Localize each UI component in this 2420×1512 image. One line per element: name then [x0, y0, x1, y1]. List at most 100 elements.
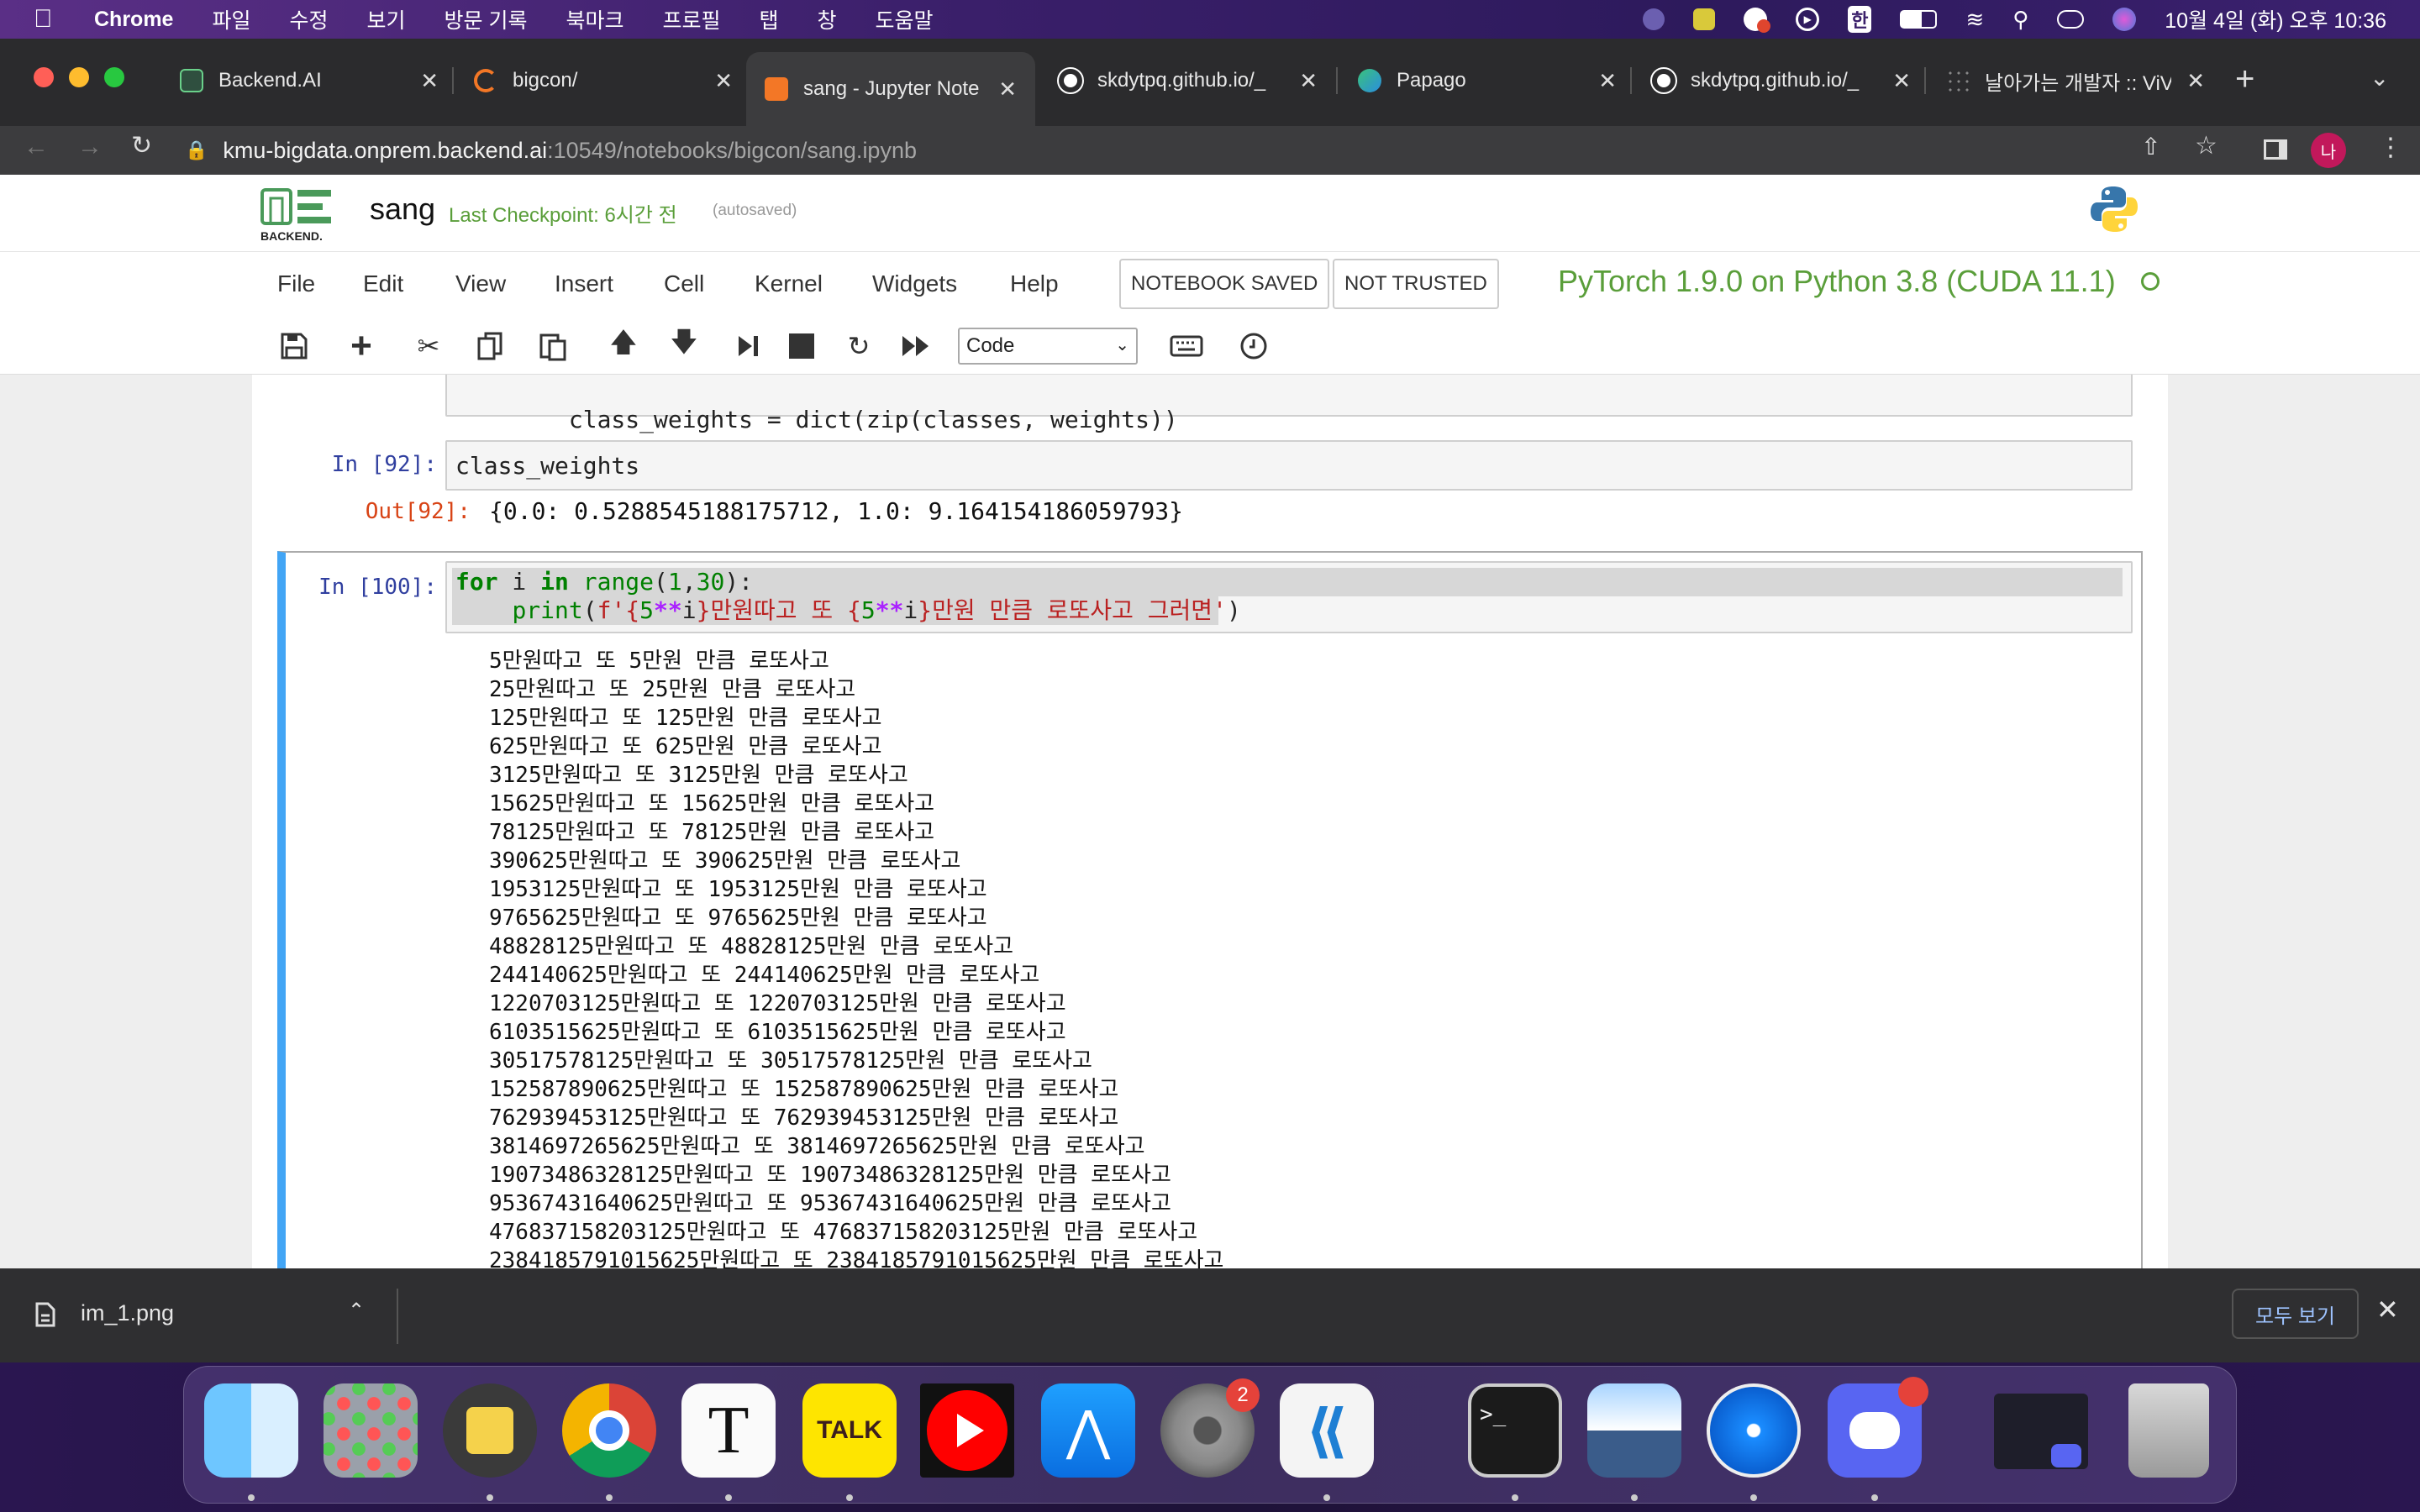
share-icon[interactable]: ⇧: [2141, 133, 2160, 160]
address-bar[interactable]: 🔒 kmu-bigdata.onprem.backend.ai:10549/no…: [185, 126, 917, 175]
chrome-menu-icon[interactable]: ⋮: [2378, 133, 2403, 162]
menu-file[interactable]: File: [277, 270, 315, 297]
menu-insert[interactable]: Insert: [555, 270, 613, 297]
code-cell-input[interactable]: for i in range(1,30): print(f'{5**i}만원따고…: [445, 561, 2133, 633]
tab-close-icon[interactable]: ✕: [420, 68, 439, 94]
status-circle-icon[interactable]: [1643, 8, 1665, 30]
tab-close-icon[interactable]: ✕: [1299, 68, 1318, 94]
menu-view[interactable]: View: [455, 270, 506, 297]
browser-tab[interactable]: bigcon/ ✕: [455, 52, 751, 109]
back-arrow-icon[interactable]: ←: [24, 133, 49, 161]
play-circle-icon[interactable]: ▶: [1796, 8, 1820, 31]
browser-tab-active[interactable]: sang - Jupyter Note ✕: [746, 52, 1035, 126]
menubar-item-window[interactable]: 창: [818, 4, 837, 34]
stickies-icon[interactable]: [443, 1383, 537, 1478]
lock-icon[interactable]: 🔒: [185, 139, 208, 161]
kakaotalk-icon[interactable]: TALK: [802, 1383, 897, 1478]
tab-search-chevron-icon[interactable]: ⌄: [2370, 64, 2389, 92]
menubar-item-tab[interactable]: 탭: [760, 4, 779, 34]
download-file-name[interactable]: im_1.png: [81, 1300, 174, 1326]
move-down-icon[interactable]: 🡇: [666, 327, 702, 365]
keyboard-icon[interactable]: [1166, 328, 1207, 365]
tab-close-icon[interactable]: ✕: [2186, 68, 2205, 94]
menubar-item-bookmarks[interactable]: 북마크: [566, 4, 623, 34]
menu-cell[interactable]: Cell: [664, 270, 704, 297]
menu-kernel[interactable]: Kernel: [755, 270, 823, 297]
youtube-music-icon[interactable]: [920, 1383, 1014, 1478]
save-icon[interactable]: [276, 328, 313, 365]
notebook-saved-indicator[interactable]: NOTEBOOK SAVED: [1119, 259, 1330, 309]
forward-arrow-icon[interactable]: →: [77, 133, 103, 161]
cell-type-select[interactable]: Code ⌄: [958, 328, 1138, 365]
menubar-item-history[interactable]: 방문 기록: [445, 4, 528, 34]
backend-ai-logo-icon[interactable]: BACKEND.: [259, 185, 339, 244]
app-store-icon[interactable]: ⋀: [1041, 1383, 1135, 1478]
browser-tab[interactable]: skdytpq.github.io/_ ✕: [1634, 52, 1929, 109]
tab-close-icon[interactable]: ✕: [1892, 68, 1911, 94]
menubar-clock[interactable]: 10월 4일 (화) 오후 10:36: [2165, 4, 2386, 34]
restart-run-all-icon[interactable]: [897, 328, 934, 365]
close-shelf-icon[interactable]: ✕: [2376, 1294, 2399, 1326]
window-close-button[interactable]: [34, 67, 54, 87]
menubar-item-profiles[interactable]: 프로필: [662, 4, 720, 34]
interrupt-stop-icon[interactable]: [783, 328, 820, 365]
menubar-item-view[interactable]: 보기: [367, 4, 406, 34]
siri-icon[interactable]: [2112, 8, 2137, 31]
typora-icon[interactable]: T: [681, 1383, 776, 1478]
vscode-icon[interactable]: ⟪: [1280, 1383, 1374, 1478]
discord-icon[interactable]: [1828, 1377, 1928, 1478]
tab-close-icon[interactable]: ✕: [1598, 68, 1617, 94]
paste-icon[interactable]: [534, 328, 571, 365]
notebook-scroll-area[interactable]: class_weights = dict(zip(classes, weight…: [0, 375, 2420, 1268]
code-cell-input[interactable]: class_weights = dict(zip(classes, weight…: [445, 375, 2133, 433]
input-method-icon[interactable]: 한: [1848, 6, 1872, 33]
wifi-icon[interactable]: ≋: [1965, 7, 1984, 33]
menubar-app-name[interactable]: Chrome: [94, 8, 173, 32]
menu-help[interactable]: Help: [1010, 270, 1059, 297]
window-minimize-button[interactable]: [69, 67, 89, 87]
kernel-name[interactable]: PyTorch 1.9.0 on Python 3.8 (CUDA 11.1): [1558, 264, 2116, 299]
apple-menu-icon[interactable]: : [34, 5, 62, 34]
system-preferences-icon[interactable]: 2: [1160, 1378, 1260, 1478]
launchpad-icon[interactable]: [324, 1383, 418, 1478]
chevron-up-icon[interactable]: ⌃: [348, 1299, 365, 1323]
window-zoom-button[interactable]: [104, 67, 124, 87]
code-cell-input[interactable]: class_weights: [445, 440, 2133, 491]
not-trusted-indicator[interactable]: NOT TRUSTED: [1333, 259, 1499, 309]
move-up-icon[interactable]: 🡅: [605, 327, 642, 365]
spotlight-search-icon[interactable]: ⚲: [2012, 7, 2028, 33]
safari-icon[interactable]: [1707, 1383, 1801, 1478]
new-tab-button[interactable]: +: [2235, 60, 2254, 98]
profile-avatar[interactable]: 나: [2311, 133, 2346, 168]
preview-icon[interactable]: [1587, 1383, 1681, 1478]
notebook-name[interactable]: sang: [370, 192, 435, 227]
insert-cell-icon[interactable]: +: [343, 325, 380, 366]
tab-close-icon[interactable]: ✕: [714, 68, 733, 94]
chrome-icon[interactable]: [562, 1383, 656, 1478]
reload-icon[interactable]: ↻: [131, 131, 152, 160]
browser-tab[interactable]: Backend.AI ✕: [161, 52, 457, 109]
browser-tab[interactable]: skdytpq.github.io/_ ✕: [1040, 52, 1336, 109]
trash-icon[interactable]: [2128, 1383, 2209, 1478]
menu-widgets[interactable]: Widgets: [872, 270, 957, 297]
finder-icon[interactable]: [204, 1383, 298, 1478]
menu-edit[interactable]: Edit: [363, 270, 403, 297]
browser-tab[interactable]: Papago ✕: [1339, 52, 1635, 109]
side-panel-icon[interactable]: [2264, 139, 2287, 160]
terminal-icon[interactable]: >_: [1468, 1383, 1562, 1478]
restart-kernel-icon[interactable]: ↻: [840, 328, 877, 365]
status-app-icon[interactable]: [1693, 8, 1716, 30]
control-center-icon[interactable]: [2057, 10, 2085, 29]
menubar-item-edit[interactable]: 수정: [289, 4, 328, 34]
run-step-icon[interactable]: [729, 328, 766, 365]
notification-app-icon[interactable]: [1744, 8, 1771, 33]
menubar-item-file[interactable]: 파일: [212, 4, 250, 34]
tab-close-icon[interactable]: ✕: [998, 76, 1017, 102]
clock-icon[interactable]: [1235, 328, 1272, 365]
cut-icon[interactable]: ✂: [410, 328, 447, 365]
bookmark-star-icon[interactable]: ☆: [2195, 131, 2217, 160]
window-thumbnail-icon[interactable]: [1994, 1394, 2088, 1469]
browser-tab[interactable]: 날아가는 개발자 :: ViV ✕: [1928, 52, 2223, 109]
show-all-button[interactable]: 모두 보기: [2232, 1289, 2359, 1339]
battery-icon[interactable]: [1900, 10, 1938, 29]
